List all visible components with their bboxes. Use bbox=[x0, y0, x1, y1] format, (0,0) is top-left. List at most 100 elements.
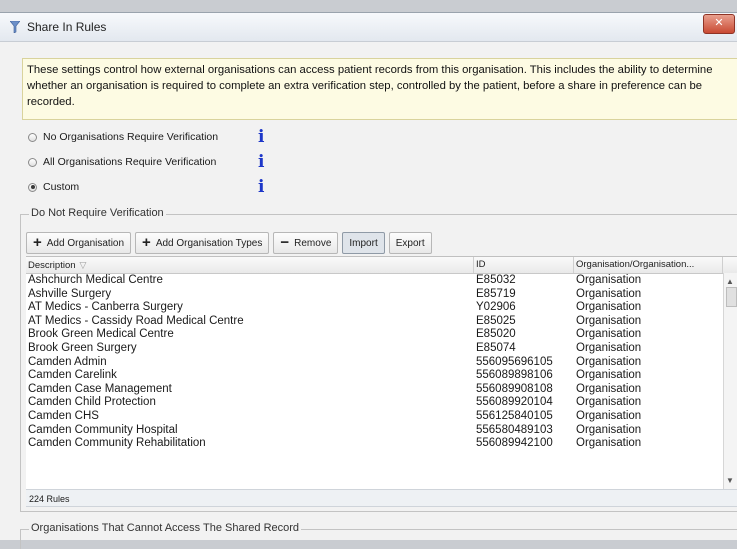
cell-organisation-type: Organisation bbox=[576, 423, 642, 436]
button-label: Export bbox=[395, 237, 425, 249]
column-header-organisation-type[interactable]: Organisation/Organisation... bbox=[574, 257, 723, 273]
cell-organisation-type: Organisation bbox=[576, 369, 642, 382]
cell-id: 556089908108 bbox=[476, 382, 553, 395]
vertical-scrollbar[interactable]: ▲ ▼ bbox=[723, 273, 737, 489]
table-row[interactable]: AT Medics - Cassidy Road Medical Centre E… bbox=[26, 315, 723, 329]
radio-no-verification[interactable] bbox=[28, 132, 37, 142]
info-icon[interactable]: i bbox=[258, 128, 264, 146]
group-title: Do Not Require Verification bbox=[29, 207, 166, 219]
cell-organisation-type: Organisation bbox=[576, 355, 642, 368]
cell-description: Camden Case Management bbox=[28, 382, 172, 395]
table-row[interactable]: AT Medics - Canberra Surgery Y02906 Organi… bbox=[26, 301, 723, 315]
rules-count: 224 Rules bbox=[26, 489, 737, 507]
button-label: Add Organisation bbox=[46, 237, 125, 249]
cell-id: 556089942100 bbox=[476, 437, 553, 450]
add-organisation-types-button[interactable]: + Add Organisation Types bbox=[135, 232, 270, 254]
cell-description: AT Medics - Cassidy Road Medical Centre bbox=[28, 314, 244, 327]
cell-description: Camden Admin bbox=[28, 355, 107, 368]
table-header: Description ▽ ID Organisation/Organisatio… bbox=[26, 257, 737, 274]
cell-description: Brook Green Surgery bbox=[28, 342, 137, 354]
header-label: Description bbox=[28, 260, 76, 271]
option-custom[interactable]: Custom bbox=[28, 178, 79, 196]
info-icon[interactable]: i bbox=[258, 153, 264, 171]
plus-icon: + bbox=[33, 234, 42, 251]
filter-icon[interactable]: ▽ bbox=[80, 260, 87, 270]
cell-id: 556089920104 bbox=[476, 396, 553, 409]
cell-id: E85020 bbox=[476, 328, 516, 341]
table-row[interactable]: Brook Green Surgery E85074 Organisation bbox=[26, 342, 723, 356]
table-row[interactable]: Brook Green Medical Centre E85020 Organisa… bbox=[26, 328, 723, 342]
cell-id: 556095696105 bbox=[476, 355, 553, 368]
scroll-up-icon[interactable]: ▲ bbox=[726, 277, 734, 286]
option-no-verification[interactable]: No Organisations Require Verification bbox=[28, 128, 218, 146]
table-row[interactable]: Camden Community Rehabilitation 556089942… bbox=[26, 437, 723, 451]
cell-description: Ashchurch Medical Centre bbox=[28, 274, 163, 286]
cell-organisation-type: Organisation bbox=[576, 437, 642, 450]
cell-description: Ashville Surgery bbox=[28, 287, 112, 300]
info-description: These settings control how external orga… bbox=[22, 58, 737, 120]
cell-description: Camden Child Protection bbox=[28, 396, 156, 409]
option-label: Custom bbox=[43, 181, 80, 193]
radio-all-verification[interactable] bbox=[28, 157, 37, 167]
cell-description: Camden Carelink bbox=[28, 369, 117, 382]
cell-description: Camden CHS bbox=[28, 410, 99, 422]
cell-organisation-type: Organisation bbox=[576, 328, 642, 341]
cell-id: Y02906 bbox=[476, 301, 516, 314]
share-in-rules-window: Share In Rules ✕ These settings control … bbox=[0, 12, 737, 549]
cell-id: E85719 bbox=[476, 287, 516, 300]
title-bar[interactable]: Share In Rules ✕ bbox=[0, 13, 737, 42]
filter-funnel-icon bbox=[10, 21, 20, 33]
cell-organisation-type: Organisation bbox=[576, 287, 642, 300]
button-label: Remove bbox=[294, 237, 332, 249]
table-row[interactable]: Camden CHS 556125840105 Organisation bbox=[26, 410, 723, 424]
close-button[interactable]: ✕ bbox=[703, 14, 735, 34]
cell-description: AT Medics - Canberra Surgery bbox=[28, 301, 183, 314]
cell-organisation-type: Organisation bbox=[576, 314, 642, 327]
cell-organisation-type: Organisation bbox=[576, 342, 642, 354]
table-row[interactable]: Camden Community Hospital 556580489103 Org… bbox=[26, 424, 723, 438]
column-header-description[interactable]: Description ▽ bbox=[26, 257, 474, 273]
radio-custom[interactable] bbox=[28, 182, 37, 192]
cell-organisation-type: Organisation bbox=[576, 410, 642, 422]
table-row[interactable]: Camden Child Protection 556089920104 Organ… bbox=[26, 396, 723, 410]
rules-toolbar: + Add Organisation + Add Organisation Ty… bbox=[26, 232, 432, 254]
cell-organisation-type: Organisation bbox=[576, 382, 642, 395]
export-button[interactable]: Export bbox=[388, 232, 432, 254]
cell-organisation-type: Organisation bbox=[576, 396, 642, 409]
button-label: Add Organisation Types bbox=[155, 237, 263, 249]
header-label: Organisation/Organisation... bbox=[576, 259, 695, 270]
table-row[interactable]: Camden Admin 556095696105 Organisation bbox=[26, 356, 723, 370]
import-button[interactable]: Import bbox=[342, 232, 385, 254]
group-cannot-access: Organisations That Cannot Access The Sha… bbox=[20, 522, 737, 549]
minus-icon: − bbox=[280, 234, 290, 251]
table-row[interactable]: Ashchurch Medical Centre E85032 Organisati… bbox=[26, 274, 723, 288]
cell-description: Camden Community Rehabilitation bbox=[28, 437, 206, 450]
button-label: Import bbox=[349, 237, 378, 249]
option-all-verification[interactable]: All Organisations Require Verification bbox=[28, 153, 216, 171]
scroll-down-icon[interactable]: ▼ bbox=[726, 476, 734, 485]
window-title: Share In Rules bbox=[27, 20, 107, 34]
option-label: All Organisations Require Verification bbox=[43, 156, 217, 168]
cell-organisation-type: Organisation bbox=[576, 274, 642, 286]
scroll-thumb[interactable] bbox=[726, 287, 737, 307]
table-row[interactable]: Ashville Surgery E85719 Organisation bbox=[26, 288, 723, 302]
table-row[interactable]: Camden Carelink 556089898106 Organisation bbox=[26, 369, 723, 383]
cell-id: 556125840105 bbox=[476, 410, 553, 422]
cell-description: Camden Community Hospital bbox=[28, 423, 178, 436]
cell-organisation-type: Organisation bbox=[576, 301, 642, 314]
cell-id: E85032 bbox=[476, 274, 516, 286]
plus-icon: + bbox=[142, 234, 151, 251]
header-label: ID bbox=[476, 259, 486, 270]
cell-description: Brook Green Medical Centre bbox=[28, 328, 174, 341]
option-label: No Organisations Require Verification bbox=[43, 131, 219, 143]
cell-id: E85025 bbox=[476, 314, 516, 327]
remove-button[interactable]: − Remove bbox=[273, 232, 339, 254]
cell-id: E85074 bbox=[476, 342, 516, 354]
add-organisation-button[interactable]: + Add Organisation bbox=[26, 232, 132, 254]
table-row[interactable]: Camden Case Management 556089908108 Organi… bbox=[26, 383, 723, 397]
column-header-id[interactable]: ID bbox=[474, 257, 574, 273]
info-icon[interactable]: i bbox=[258, 178, 264, 196]
group-title: Organisations That Cannot Access The Sha… bbox=[29, 522, 302, 534]
cell-id: 556580489103 bbox=[476, 423, 553, 436]
cell-id: 556089898106 bbox=[476, 369, 553, 382]
